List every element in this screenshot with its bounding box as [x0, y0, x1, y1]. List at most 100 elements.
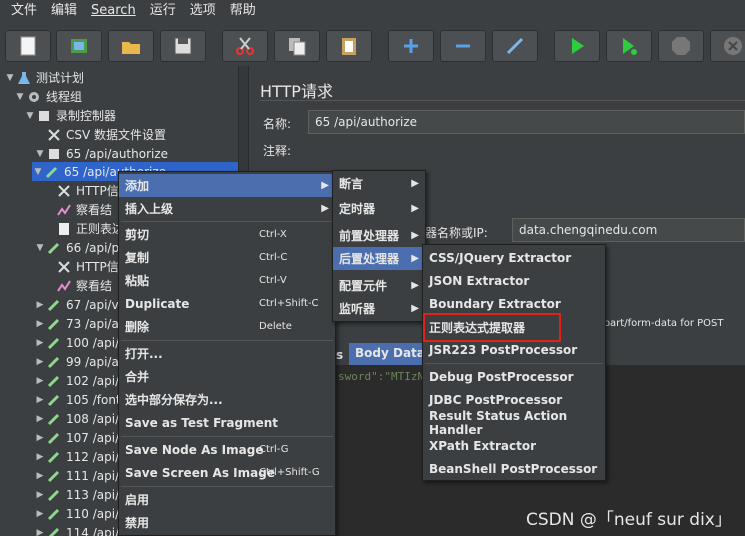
expand-all-button[interactable]: [388, 30, 434, 62]
menu-item-pre-processor[interactable]: 前置处理器 ▶: [333, 224, 425, 247]
collapsed-toggle-icon[interactable]: ▶: [34, 528, 46, 536]
menu-item-paste[interactable]: 粘贴 Ctrl-V: [119, 269, 335, 292]
menu-item-merge[interactable]: 合并: [119, 365, 335, 388]
menu-item-boundary-extractor[interactable]: Boundary Extractor: [423, 292, 605, 315]
menu-item-listener[interactable]: 监听器 ▶: [333, 297, 425, 320]
open-button[interactable]: [108, 30, 154, 62]
tab-body-data[interactable]: Body Data: [349, 343, 431, 365]
arrow-right-icon: ▶: [411, 280, 419, 291]
paste-button[interactable]: [326, 30, 372, 62]
start-no-pause-button[interactable]: [606, 30, 652, 62]
name-field[interactable]: 65 /api/authorize: [308, 110, 745, 134]
menu-item-json-extractor[interactable]: JSON Extractor: [423, 269, 605, 292]
tree-node-view-results[interactable]: 察看结: [44, 200, 112, 219]
tree-node-req66[interactable]: ▼ 66 /api/p: [34, 238, 120, 257]
menu-options[interactable]: 选项: [183, 0, 223, 22]
tree-node-req102[interactable]: ▶ 102 /api/: [34, 371, 120, 390]
menu-edit[interactable]: 编辑: [44, 0, 84, 22]
tree-node-req110[interactable]: ▶ 110 /api/: [34, 504, 120, 523]
templates-button[interactable]: [56, 30, 102, 62]
server-field[interactable]: data.chengqinedu.com: [512, 218, 745, 242]
menu-item-xpath[interactable]: XPath Extractor: [423, 434, 605, 457]
tree-node-csv[interactable]: CSV 数据文件设置: [34, 125, 166, 144]
collapse-all-button[interactable]: [440, 30, 486, 62]
pipette-icon: [46, 468, 62, 484]
stop-button[interactable]: [658, 30, 704, 62]
menu-item-duplicate[interactable]: Duplicate Ctrl+Shift-C: [119, 292, 335, 315]
tree-node-req73[interactable]: ▶ 73 /api/a: [34, 314, 119, 333]
tree-node-http-header-2[interactable]: HTTP信: [44, 257, 119, 276]
menu-run[interactable]: 运行: [143, 0, 183, 22]
menu-item-save-fragment[interactable]: Save as Test Fragment: [119, 411, 335, 434]
menu-item-post-processor[interactable]: 后置处理器 ▶: [333, 247, 425, 270]
menu-item-enable[interactable]: 启用: [119, 488, 335, 511]
collapsed-toggle-icon[interactable]: ▶: [34, 395, 46, 405]
tree-node-view-results-2[interactable]: 察看结: [44, 276, 112, 295]
menu-item-css-extractor[interactable]: CSS/JQuery Extractor: [423, 246, 605, 269]
tree-node-req107[interactable]: ▶ 107 /api/: [34, 428, 120, 447]
menu-item-beanshell[interactable]: BeanShell PostProcessor: [423, 457, 605, 480]
collapsed-toggle-icon[interactable]: ▶: [34, 433, 46, 443]
tree-node-req105[interactable]: ▶ 105 /font: [34, 390, 121, 409]
menu-item-assertion[interactable]: 断言 ▶: [333, 172, 425, 195]
menu-item-insert-parent[interactable]: 插入上级 ▶: [119, 197, 335, 220]
comment-field[interactable]: [308, 139, 745, 159]
tree-node-req113[interactable]: ▶ 113 /api/: [34, 485, 120, 504]
flask-icon: [16, 70, 32, 86]
tree-node-req114[interactable]: ▶ 114 /api/: [34, 523, 119, 536]
tree-node-req100[interactable]: ▶ 100 /api/: [34, 333, 120, 352]
tree-node-req99[interactable]: ▶ 99 /api/a: [34, 352, 119, 371]
menu-item-cut[interactable]: 剪切 Ctrl-X: [119, 223, 335, 246]
cut-button[interactable]: [222, 30, 268, 62]
menu-item-save-selected[interactable]: 选中部分保存为...: [119, 388, 335, 411]
tab-s[interactable]: s: [336, 348, 343, 362]
menu-item-save-screen-image[interactable]: Save Screen As Image Ctrl+Shift-G: [119, 461, 335, 484]
menu-item-disable[interactable]: 禁用: [119, 511, 335, 534]
start-button[interactable]: [554, 30, 600, 62]
shutdown-button[interactable]: [710, 30, 745, 62]
expand-toggle-icon[interactable]: ▼: [4, 73, 16, 83]
menu-item-add[interactable]: 添加 ▶: [119, 174, 335, 197]
tree-node-req65-group[interactable]: ▼ 65 /api/authorize: [34, 144, 169, 163]
expand-toggle-icon[interactable]: ▼: [34, 243, 46, 253]
collapsed-toggle-icon[interactable]: ▶: [34, 452, 46, 462]
menu-item-open[interactable]: 打开...: [119, 342, 335, 365]
menu-item-debug[interactable]: Debug PostProcessor: [423, 365, 605, 388]
collapsed-toggle-icon[interactable]: ▶: [34, 300, 46, 310]
menu-separator: [121, 436, 333, 437]
menu-item-copy[interactable]: 复制 Ctrl-C: [119, 246, 335, 269]
expand-toggle-icon[interactable]: ▼: [14, 92, 26, 102]
collapsed-toggle-icon[interactable]: ▶: [34, 490, 46, 500]
tree-node-req108[interactable]: ▶ 108 /api/: [34, 409, 120, 428]
expand-toggle-icon[interactable]: ▼: [24, 111, 36, 121]
tree-node-thread-group[interactable]: ▼ 线程组: [14, 87, 82, 106]
collapsed-toggle-icon[interactable]: ▶: [34, 376, 46, 386]
menu-item-save-node-image[interactable]: Save Node As Image Ctrl-G: [119, 438, 335, 461]
save-button[interactable]: [160, 30, 206, 62]
collapsed-toggle-icon[interactable]: ▶: [34, 319, 46, 329]
expand-toggle-icon[interactable]: ▼: [34, 149, 46, 159]
collapsed-toggle-icon[interactable]: ▶: [34, 509, 46, 519]
menu-help[interactable]: 帮助: [223, 0, 263, 22]
tree-node-recorder[interactable]: ▼ 录制控制器: [24, 106, 116, 125]
collapsed-toggle-icon[interactable]: ▶: [34, 357, 46, 367]
collapsed-toggle-icon[interactable]: ▶: [34, 338, 46, 348]
tree-node-http-header[interactable]: HTTP信: [44, 181, 119, 200]
tree-node-req112[interactable]: ▶ 112 /api/: [34, 447, 120, 466]
menu-item-config[interactable]: 配置元件 ▶: [333, 274, 425, 297]
expand-toggle-icon[interactable]: ▼: [32, 167, 44, 177]
copy-button[interactable]: [274, 30, 320, 62]
tree-node-req67[interactable]: ▶ 67 /api/v: [34, 295, 119, 314]
menu-item-result-status[interactable]: Result Status Action Handler: [423, 409, 605, 437]
tree-node-regex[interactable]: 正则表达: [44, 219, 124, 238]
menu-item-delete[interactable]: 删除 Delete: [119, 315, 335, 338]
menu-search[interactable]: Search: [84, 0, 143, 22]
menu-item-timer[interactable]: 定时器 ▶: [333, 197, 425, 220]
collapsed-toggle-icon[interactable]: ▶: [34, 414, 46, 424]
new-button[interactable]: [5, 30, 51, 62]
tree-node-req111[interactable]: ▶ 111 /api/: [34, 466, 120, 485]
collapsed-toggle-icon[interactable]: ▶: [34, 471, 46, 481]
menu-file[interactable]: 文件: [4, 0, 44, 22]
tree-node-test-plan[interactable]: ▼ 测试计划: [4, 68, 84, 87]
toggle-button[interactable]: [492, 30, 538, 62]
